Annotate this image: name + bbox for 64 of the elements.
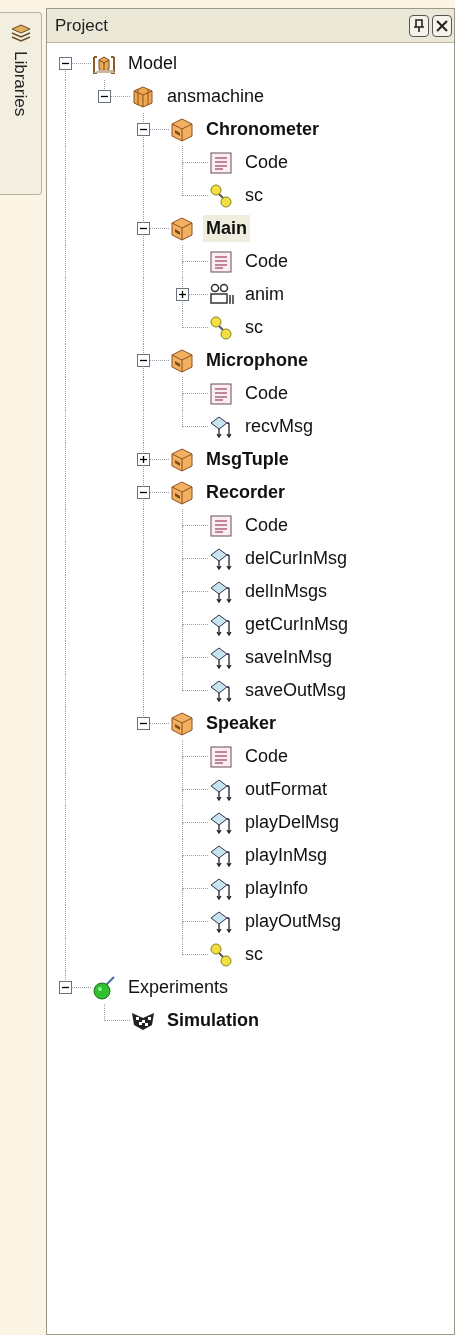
tree-item[interactable]: Experiments: [125, 974, 232, 1001]
tree-item[interactable]: delCurInMsg: [242, 545, 351, 572]
tree-item[interactable]: sc: [242, 941, 266, 968]
tree-item[interactable]: anim: [242, 281, 287, 308]
circles-icon: [208, 941, 234, 968]
tree-item[interactable]: saveOutMsg: [242, 677, 350, 704]
tree-item[interactable]: Code: [242, 512, 292, 539]
tree-item[interactable]: Microphone: [203, 347, 311, 374]
tree-item[interactable]: sc: [242, 314, 266, 341]
expand-toggle[interactable]: [176, 288, 189, 301]
close-icon: [436, 19, 448, 32]
tree-item[interactable]: Model: [125, 50, 181, 77]
document-icon: [208, 380, 234, 407]
tree-item[interactable]: Recorder: [203, 479, 289, 506]
document-icon: [208, 512, 234, 539]
collapse-toggle[interactable]: [59, 981, 72, 994]
cube-icon: [169, 710, 195, 737]
circles-icon: [208, 182, 234, 209]
collapse-toggle[interactable]: [137, 486, 150, 499]
expand-toggle[interactable]: [137, 453, 150, 466]
tree-item[interactable]: sc: [242, 182, 266, 209]
side-tab[interactable]: Libraries: [0, 12, 42, 195]
tree-item[interactable]: playOutMsg: [242, 908, 345, 935]
collapse-toggle[interactable]: [137, 123, 150, 136]
tree-item[interactable]: getCurInMsg: [242, 611, 352, 638]
tree-item[interactable]: Main: [203, 215, 250, 242]
close-button[interactable]: [432, 14, 452, 37]
tree-item[interactable]: Speaker: [203, 710, 280, 737]
flask-icon: [91, 974, 117, 1001]
cube-icon: [169, 446, 195, 473]
collapse-toggle[interactable]: [98, 90, 111, 103]
plus-icon: [139, 455, 148, 464]
tree-item[interactable]: Code: [242, 149, 292, 176]
collapse-toggle[interactable]: [137, 717, 150, 730]
circles-icon: [208, 314, 234, 341]
tree-item[interactable]: MsgTuple: [203, 446, 292, 473]
tree-item[interactable]: playInMsg: [242, 842, 331, 869]
tree-item[interactable]: Code: [242, 248, 292, 275]
tree-item[interactable]: saveInMsg: [242, 644, 336, 671]
tree-item[interactable]: playDelMsg: [242, 809, 343, 836]
tree-item[interactable]: delInMsgs: [242, 578, 331, 605]
cube-icon: [169, 116, 195, 143]
document-icon: [208, 248, 234, 275]
tree-item[interactable]: Simulation: [164, 1007, 262, 1034]
panel-title: Project: [55, 14, 108, 37]
collapse-toggle[interactable]: [137, 354, 150, 367]
cube-icon: [169, 347, 195, 374]
tree-item[interactable]: outFormat: [242, 776, 331, 803]
tree-item[interactable]: Code: [242, 380, 292, 407]
cube-icon: [169, 215, 195, 242]
cube-icon: [169, 479, 195, 506]
tree-item[interactable]: playInfo: [242, 875, 312, 902]
tree-item[interactable]: ansmachine: [164, 83, 268, 110]
pin-button[interactable]: [409, 14, 429, 37]
tree-item[interactable]: recvMsg: [242, 413, 316, 440]
pin-icon: [413, 18, 425, 33]
collapse-toggle[interactable]: [137, 222, 150, 235]
collapse-toggle[interactable]: [59, 57, 72, 70]
document-icon: [208, 743, 234, 770]
tree-item[interactable]: Code: [242, 743, 292, 770]
tree-item[interactable]: Chronometer: [203, 116, 322, 143]
document-icon: [208, 149, 234, 176]
plus-icon: [178, 290, 187, 299]
tab-label: Libraries: [10, 51, 32, 117]
